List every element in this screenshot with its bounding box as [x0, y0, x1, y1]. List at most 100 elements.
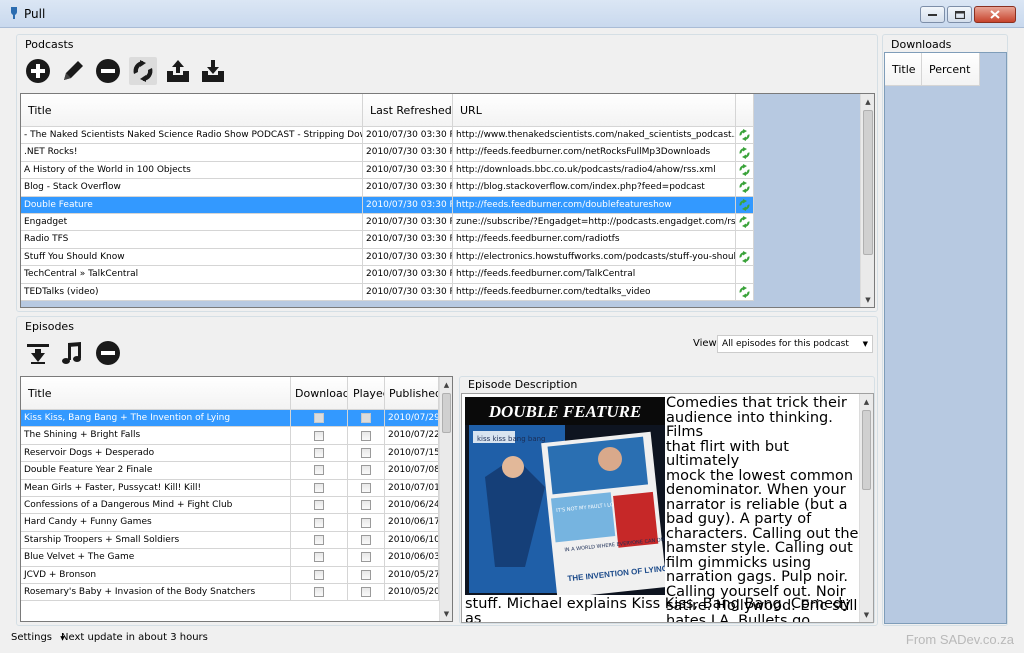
- podcast-title: Radio TFS: [21, 231, 363, 248]
- downloaded-checkbox-cell: [291, 514, 348, 531]
- description-scrollbar[interactable]: ▲ ▼: [859, 394, 873, 622]
- episode-row[interactable]: Starship Troopers + Small Soldiers 2010/0…: [21, 531, 439, 550]
- podcast-row[interactable]: Engadget2010/07/30 03:30 PMzune://subscr…: [21, 213, 754, 232]
- downloaded-checkbox[interactable]: [314, 517, 324, 528]
- episode-row[interactable]: Mean Girls + Faster, Pussycat! Kill! Kil…: [21, 479, 439, 497]
- column-header-downloaded[interactable]: Downloaded: [291, 377, 348, 410]
- played-checkbox-cell: [348, 514, 385, 531]
- sync-status-icon: [739, 250, 750, 263]
- podcast-status: [736, 161, 754, 179]
- podcast-row[interactable]: Radio TFS2010/07/30 03:30 PMhttp://feeds…: [21, 231, 754, 249]
- episode-row[interactable]: The Shining + Bright Falls 2010/07/22 0: [21, 427, 439, 445]
- episodes-scroll-thumb[interactable]: [442, 393, 451, 433]
- episodes-scrollbar[interactable]: ▲ ▼: [439, 377, 452, 621]
- refresh-podcast-button[interactable]: [129, 57, 157, 85]
- downloaded-checkbox-cell: [291, 531, 348, 549]
- podcast-url: zune://subscribe/?Engadget=http://podcas…: [453, 213, 736, 231]
- remove-episode-button[interactable]: [94, 339, 122, 367]
- export-podcast-button[interactable]: [164, 57, 192, 85]
- podcast-last-refreshed: 2010/07/30 03:30 PM: [363, 248, 453, 266]
- description-scroll-thumb[interactable]: [862, 410, 871, 490]
- podcast-row[interactable]: TEDTalks (video)2010/07/30 03:30 PMhttp:…: [21, 283, 754, 301]
- close-button[interactable]: [974, 6, 1016, 23]
- podcast-status: [736, 144, 754, 161]
- played-checkbox[interactable]: [361, 587, 371, 598]
- view-filter-select[interactable]: All episodes for this podcast ▼: [717, 335, 873, 353]
- minimize-button[interactable]: [920, 6, 945, 23]
- column-header-title[interactable]: Title: [21, 377, 291, 410]
- description-line: hamster style. Calling out: [666, 540, 853, 556]
- episodes-group-title: Episodes: [23, 320, 76, 333]
- minus-circle-icon: [96, 341, 120, 365]
- column-header-title[interactable]: Title: [21, 94, 363, 127]
- column-header-percent[interactable]: Percent: [922, 53, 980, 86]
- podcast-status: [736, 213, 754, 231]
- episode-description-text: Comedies that trick their audience into t…: [666, 396, 864, 622]
- play-episode-button[interactable]: [59, 339, 87, 367]
- podcast-row[interactable]: TechCentral » TalkCentral 2010/07/30 03:3…: [21, 266, 754, 284]
- edit-podcast-button[interactable]: [59, 57, 87, 85]
- column-header-played[interactable]: Played: [348, 377, 385, 410]
- episode-row[interactable]: Kiss Kiss, Bang Bang + The Invention of …: [21, 410, 439, 428]
- plus-circle-icon: [26, 59, 50, 83]
- podcasts-scrollbar[interactable]: ▲ ▼: [860, 94, 874, 307]
- column-header-published-date[interactable]: Published Da: [385, 377, 439, 410]
- episode-row[interactable]: Blue Velvet + The Game 2010/06/03 0: [21, 549, 439, 567]
- downloaded-checkbox[interactable]: [314, 413, 324, 424]
- played-checkbox[interactable]: [361, 447, 371, 458]
- podcast-row[interactable]: Blog - Stack Overflow2010/07/30 03:30 PM…: [21, 179, 754, 197]
- episode-published-date: 2010/07/22 0: [385, 427, 439, 444]
- column-header-last-refreshed[interactable]: Last Refreshed: [363, 94, 453, 127]
- episode-published-date: 2010/06/24 0: [385, 496, 439, 514]
- watermark-text: From SADev.co.za: [905, 632, 1014, 647]
- played-checkbox[interactable]: [361, 500, 371, 511]
- downloaded-checkbox[interactable]: [314, 465, 324, 476]
- episode-row[interactable]: Confessions of a Dangerous Mind + Fight …: [21, 496, 439, 515]
- played-checkbox[interactable]: [361, 552, 371, 563]
- episode-row[interactable]: Rosemary's Baby + Invasion of the Body S…: [21, 583, 439, 602]
- episode-row[interactable]: Hard Candy + Funny Games 2010/06/17 0: [21, 514, 439, 532]
- episode-row[interactable]: Reservoir Dogs + Desperado 2010/07/15 0: [21, 444, 439, 463]
- episode-row[interactable]: Double Feature Year 2 Finale 2010/07/08 0: [21, 462, 439, 480]
- played-checkbox[interactable]: [361, 482, 371, 493]
- played-checkbox-cell: [348, 427, 385, 444]
- played-checkbox[interactable]: [361, 534, 371, 545]
- played-checkbox[interactable]: [361, 413, 371, 424]
- episode-row[interactable]: JCVD + Bronson 2010/05/27 0: [21, 566, 439, 584]
- downloaded-checkbox[interactable]: [314, 482, 324, 493]
- played-checkbox[interactable]: [361, 465, 371, 476]
- podcast-row[interactable]: Double Feature2010/07/30 03:30 PMhttp://…: [21, 196, 754, 214]
- view-label: View: [693, 338, 717, 349]
- downloaded-checkbox[interactable]: [314, 430, 324, 441]
- podcasts-scroll-thumb[interactable]: [863, 110, 873, 255]
- add-podcast-button[interactable]: [24, 57, 52, 85]
- description-line: bad guy). A party of: [666, 511, 812, 527]
- column-header-url[interactable]: URL: [453, 94, 736, 127]
- episode-published-date: 2010/05/27 0: [385, 566, 439, 583]
- download-episode-button[interactable]: [24, 339, 52, 367]
- played-checkbox[interactable]: [361, 517, 371, 528]
- podcast-row[interactable]: - The Naked Scientists Naked Science Rad…: [21, 127, 754, 145]
- episode-title: Blue Velvet + The Game: [21, 549, 291, 566]
- remove-podcast-button[interactable]: [94, 57, 122, 85]
- downloaded-checkbox[interactable]: [314, 500, 324, 511]
- downloaded-checkbox-cell: [291, 410, 348, 427]
- downloaded-checkbox[interactable]: [314, 534, 324, 545]
- poster-logo-text: DOUBLE FEATURE: [488, 402, 642, 421]
- played-checkbox[interactable]: [361, 430, 371, 441]
- episode-description-box: DOUBLE FEATURE kiss kiss bang bang IT'S …: [461, 393, 874, 623]
- downloaded-checkbox[interactable]: [314, 587, 324, 598]
- maximize-button[interactable]: [947, 6, 972, 23]
- podcast-row[interactable]: .NET Rocks!2010/07/30 03:30 PMhttp://fee…: [21, 144, 754, 162]
- played-checkbox[interactable]: [361, 569, 371, 580]
- podcast-row[interactable]: Stuff You Should Know2010/07/30 03:30 PM…: [21, 248, 754, 267]
- podcast-status: [736, 196, 754, 213]
- downloaded-checkbox[interactable]: [314, 447, 324, 458]
- podcast-row[interactable]: A History of the World in 100 Objects 201…: [21, 161, 754, 180]
- downloaded-checkbox[interactable]: [314, 569, 324, 580]
- downloaded-checkbox[interactable]: [314, 552, 324, 563]
- settings-menu[interactable]: Settings ▼: [11, 632, 65, 643]
- podcast-last-refreshed: 2010/07/30 03:30 PM: [363, 283, 453, 300]
- import-podcast-button[interactable]: [199, 57, 227, 85]
- column-header-title[interactable]: Title: [885, 53, 922, 86]
